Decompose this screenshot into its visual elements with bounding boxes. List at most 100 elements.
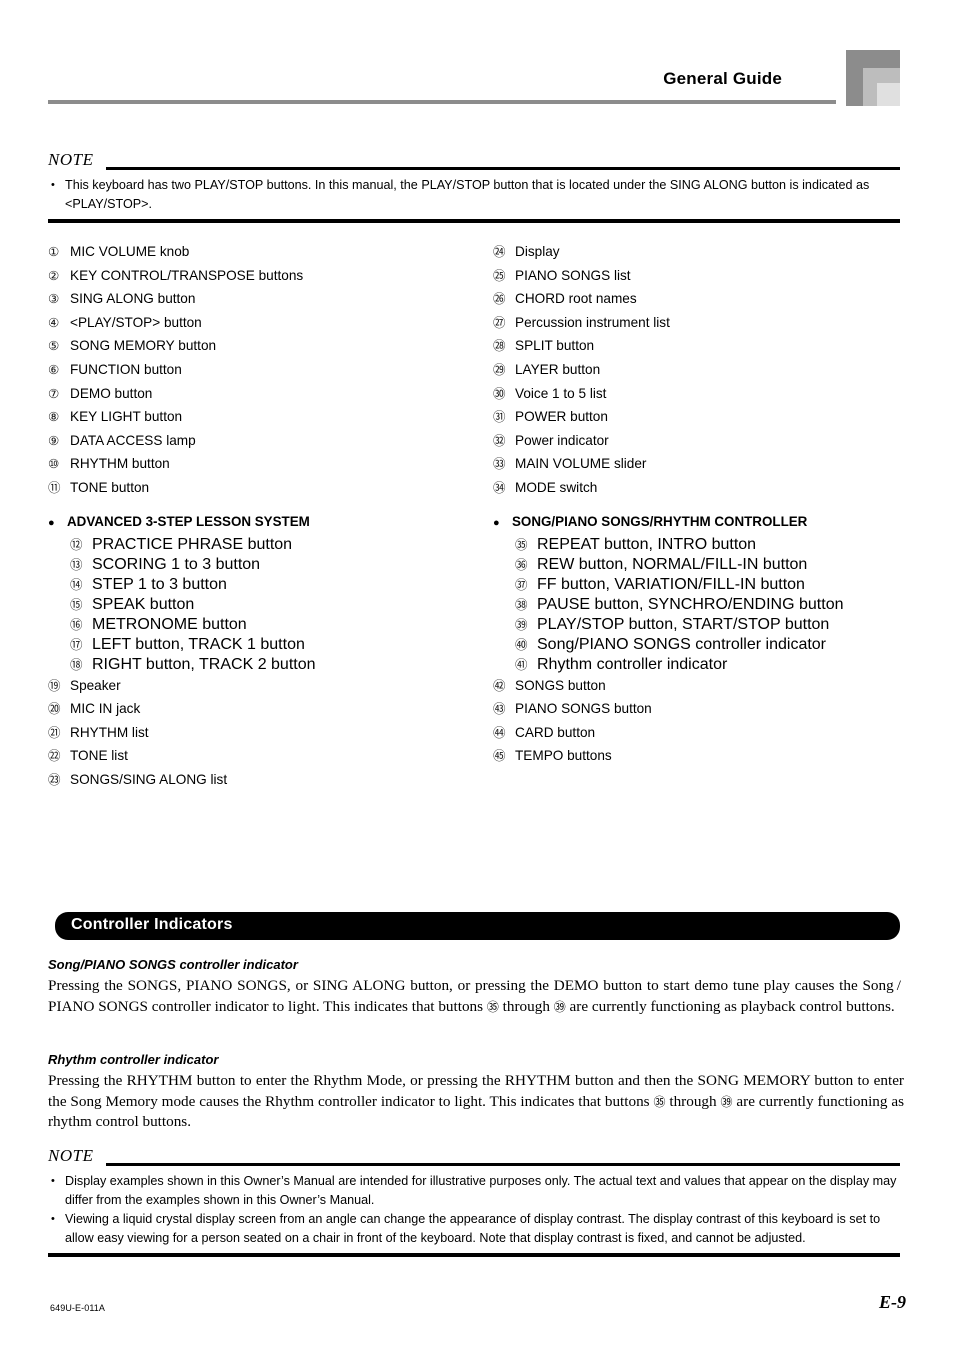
note-footer-rule xyxy=(48,219,900,223)
item-number: ㊱ xyxy=(515,556,528,572)
group-items: ㉟ REPEAT button, INTRO button ㊱ REW button… xyxy=(493,534,913,674)
list-item: ㉜ Power indicator xyxy=(493,429,913,453)
list-item: ㊵ Song/PIANO SONGS controller indicator xyxy=(515,634,913,654)
list-item: ① MIC VOLUME knob xyxy=(48,240,468,264)
ref-number-end: ㊴ xyxy=(720,1094,733,1109)
item-label: DEMO button xyxy=(70,385,153,401)
note-item: Viewing a liquid crystal display screen … xyxy=(48,1210,900,1247)
item-label: DATA ACCESS lamp xyxy=(70,432,196,448)
item-number: ⑬ xyxy=(70,556,83,572)
subsection-body: Pressing the SONGS, PIANO SONGS, or SING… xyxy=(48,976,904,1017)
item-number: ㉗ xyxy=(493,314,506,330)
left-items-after: ⑲ Speaker ⑳ MIC IN jack ㉑ RHYTHM list ㉒ TONE… xyxy=(48,674,468,792)
item-label: CHORD root names xyxy=(515,291,637,307)
left-items-before: ① MIC VOLUME knob ② KEY CONTROL/TRANSPOSE … xyxy=(48,240,468,500)
list-item: ⑮ SPEAK button xyxy=(70,594,468,614)
list-item: ㉘ SPLIT button xyxy=(493,334,913,358)
corner-layer-inner xyxy=(877,83,900,106)
item-number: ㉟ xyxy=(515,536,528,552)
item-label: TEMPO buttons xyxy=(515,748,612,764)
body-text-part2: through xyxy=(498,997,554,1015)
item-number: ⑦ xyxy=(48,385,60,401)
group-heading: ● SONG/PIANO SONGS/RHYTHM CONTROLLER xyxy=(493,510,913,534)
item-label: KEY CONTROL/TRANSPOSE buttons xyxy=(70,267,304,283)
item-label: TONE list xyxy=(70,748,128,764)
list-item: ② KEY CONTROL/TRANSPOSE buttons xyxy=(48,264,468,288)
group-heading: ● ADVANCED 3-STEP LESSON SYSTEM xyxy=(48,510,468,534)
item-number: ㉑ xyxy=(48,724,61,740)
item-number: ㉞ xyxy=(493,479,506,495)
item-label: Speaker xyxy=(70,677,121,693)
list-item: ㊶ Rhythm controller indicator xyxy=(515,654,913,674)
page-title: General Guide xyxy=(663,69,782,88)
item-label: SCORING 1 to 3 button xyxy=(92,555,261,573)
list-item: ⑥ FUNCTION button xyxy=(48,358,468,382)
item-number: ㉚ xyxy=(493,385,506,401)
item-label: CARD button xyxy=(515,724,596,740)
item-number: ⑰ xyxy=(70,636,83,652)
item-label: SONGS button xyxy=(515,677,606,693)
item-number: ㉘ xyxy=(493,338,506,354)
list-item: ㉚ Voice 1 to 5 list xyxy=(493,382,913,406)
list-item: ㊴ PLAY/STOP button, START/STOP button xyxy=(515,614,913,634)
item-label: REPEAT button, INTRO button xyxy=(537,535,757,553)
note-header-rule xyxy=(106,167,900,170)
note-header-rule xyxy=(106,1163,900,1166)
footer-document-code: 649U-E-011A xyxy=(50,1303,105,1313)
list-item: ㉙ LAYER button xyxy=(493,358,913,382)
note-label: NOTE xyxy=(48,150,94,169)
item-label: MAIN VOLUME slider xyxy=(515,456,647,472)
item-label: RIGHT button, TRACK 2 button xyxy=(92,655,316,673)
item-label: SONG MEMORY button xyxy=(70,338,217,354)
item-number: ㊶ xyxy=(515,656,528,672)
item-number: ⑳ xyxy=(48,701,61,717)
list-item: ㉒ TONE list xyxy=(48,744,468,768)
item-label: PIANO SONGS button xyxy=(515,701,652,717)
list-item: ⑨ DATA ACCESS lamp xyxy=(48,429,468,453)
item-label: SPEAK button xyxy=(92,595,195,613)
list-item: ㊱ REW button, NORMAL/FILL-IN button xyxy=(515,554,913,574)
item-label: POWER button xyxy=(515,409,608,425)
item-label: RHYTHM list xyxy=(70,724,149,740)
item-label: PLAY/STOP button, START/STOP button xyxy=(537,615,830,633)
item-label: Rhythm controller indicator xyxy=(537,655,728,673)
corner-decoration xyxy=(846,50,900,106)
list-item: ⑲ Speaker xyxy=(48,674,468,698)
item-label: STEP 1 to 3 button xyxy=(92,575,227,593)
list-item: ⑭ STEP 1 to 3 button xyxy=(70,574,468,594)
item-number: ④ xyxy=(48,314,60,330)
list-item: ⑱ RIGHT button, TRACK 2 button xyxy=(70,654,468,674)
ref-number-start: ㉟ xyxy=(653,1094,666,1109)
subsection-body: Pressing the RHYTHM button to enter the … xyxy=(48,1071,904,1133)
group-title: ADVANCED 3-STEP LESSON SYSTEM xyxy=(67,513,310,529)
top-note-block: NOTE This keyboard has two PLAY/STOP but… xyxy=(48,150,900,223)
item-number: ⑱ xyxy=(70,656,83,672)
list-item: ③ SING ALONG button xyxy=(48,287,468,311)
top-note-list: This keyboard has two PLAY/STOP buttons.… xyxy=(48,172,900,213)
item-number: ① xyxy=(48,244,60,259)
list-item: ㉟ REPEAT button, INTRO button xyxy=(515,534,913,554)
list-item: ⑰ LEFT button, TRACK 1 button xyxy=(70,634,468,654)
list-item: ⑩ RHYTHM button xyxy=(48,452,468,476)
section-banner: Controller Indicators xyxy=(55,912,900,940)
item-number: ㊴ xyxy=(515,616,528,632)
item-label: Power indicator xyxy=(515,432,609,448)
group-song-rhythm-controller: ● SONG/PIANO SONGS/RHYTHM CONTROLLER ㉟ RE… xyxy=(493,510,913,674)
list-item: ㉕ PIANO SONGS list xyxy=(493,264,913,288)
list-item: ⑧ KEY LIGHT button xyxy=(48,405,468,429)
list-item: ⑳ MIC IN jack xyxy=(48,697,468,721)
item-label: TONE button xyxy=(70,479,150,495)
item-label: PRACTICE PHRASE button xyxy=(92,535,293,553)
item-number: ㊸ xyxy=(493,701,506,717)
item-label: Voice 1 to 5 list xyxy=(515,385,607,401)
item-label: METRONOME button xyxy=(92,615,247,633)
item-label: PIANO SONGS list xyxy=(515,267,631,283)
note-item: Display examples shown in this Owner’s M… xyxy=(48,1172,900,1209)
list-item: ⑯ METRONOME button xyxy=(70,614,468,634)
list-item: ㉛ POWER button xyxy=(493,405,913,429)
ref-number-end: ㊴ xyxy=(553,999,566,1014)
bullet-icon: ● xyxy=(48,516,55,529)
item-number: ㉒ xyxy=(48,748,61,764)
item-number: ⑧ xyxy=(48,409,60,425)
list-item: ⑫ PRACTICE PHRASE button xyxy=(70,534,468,554)
